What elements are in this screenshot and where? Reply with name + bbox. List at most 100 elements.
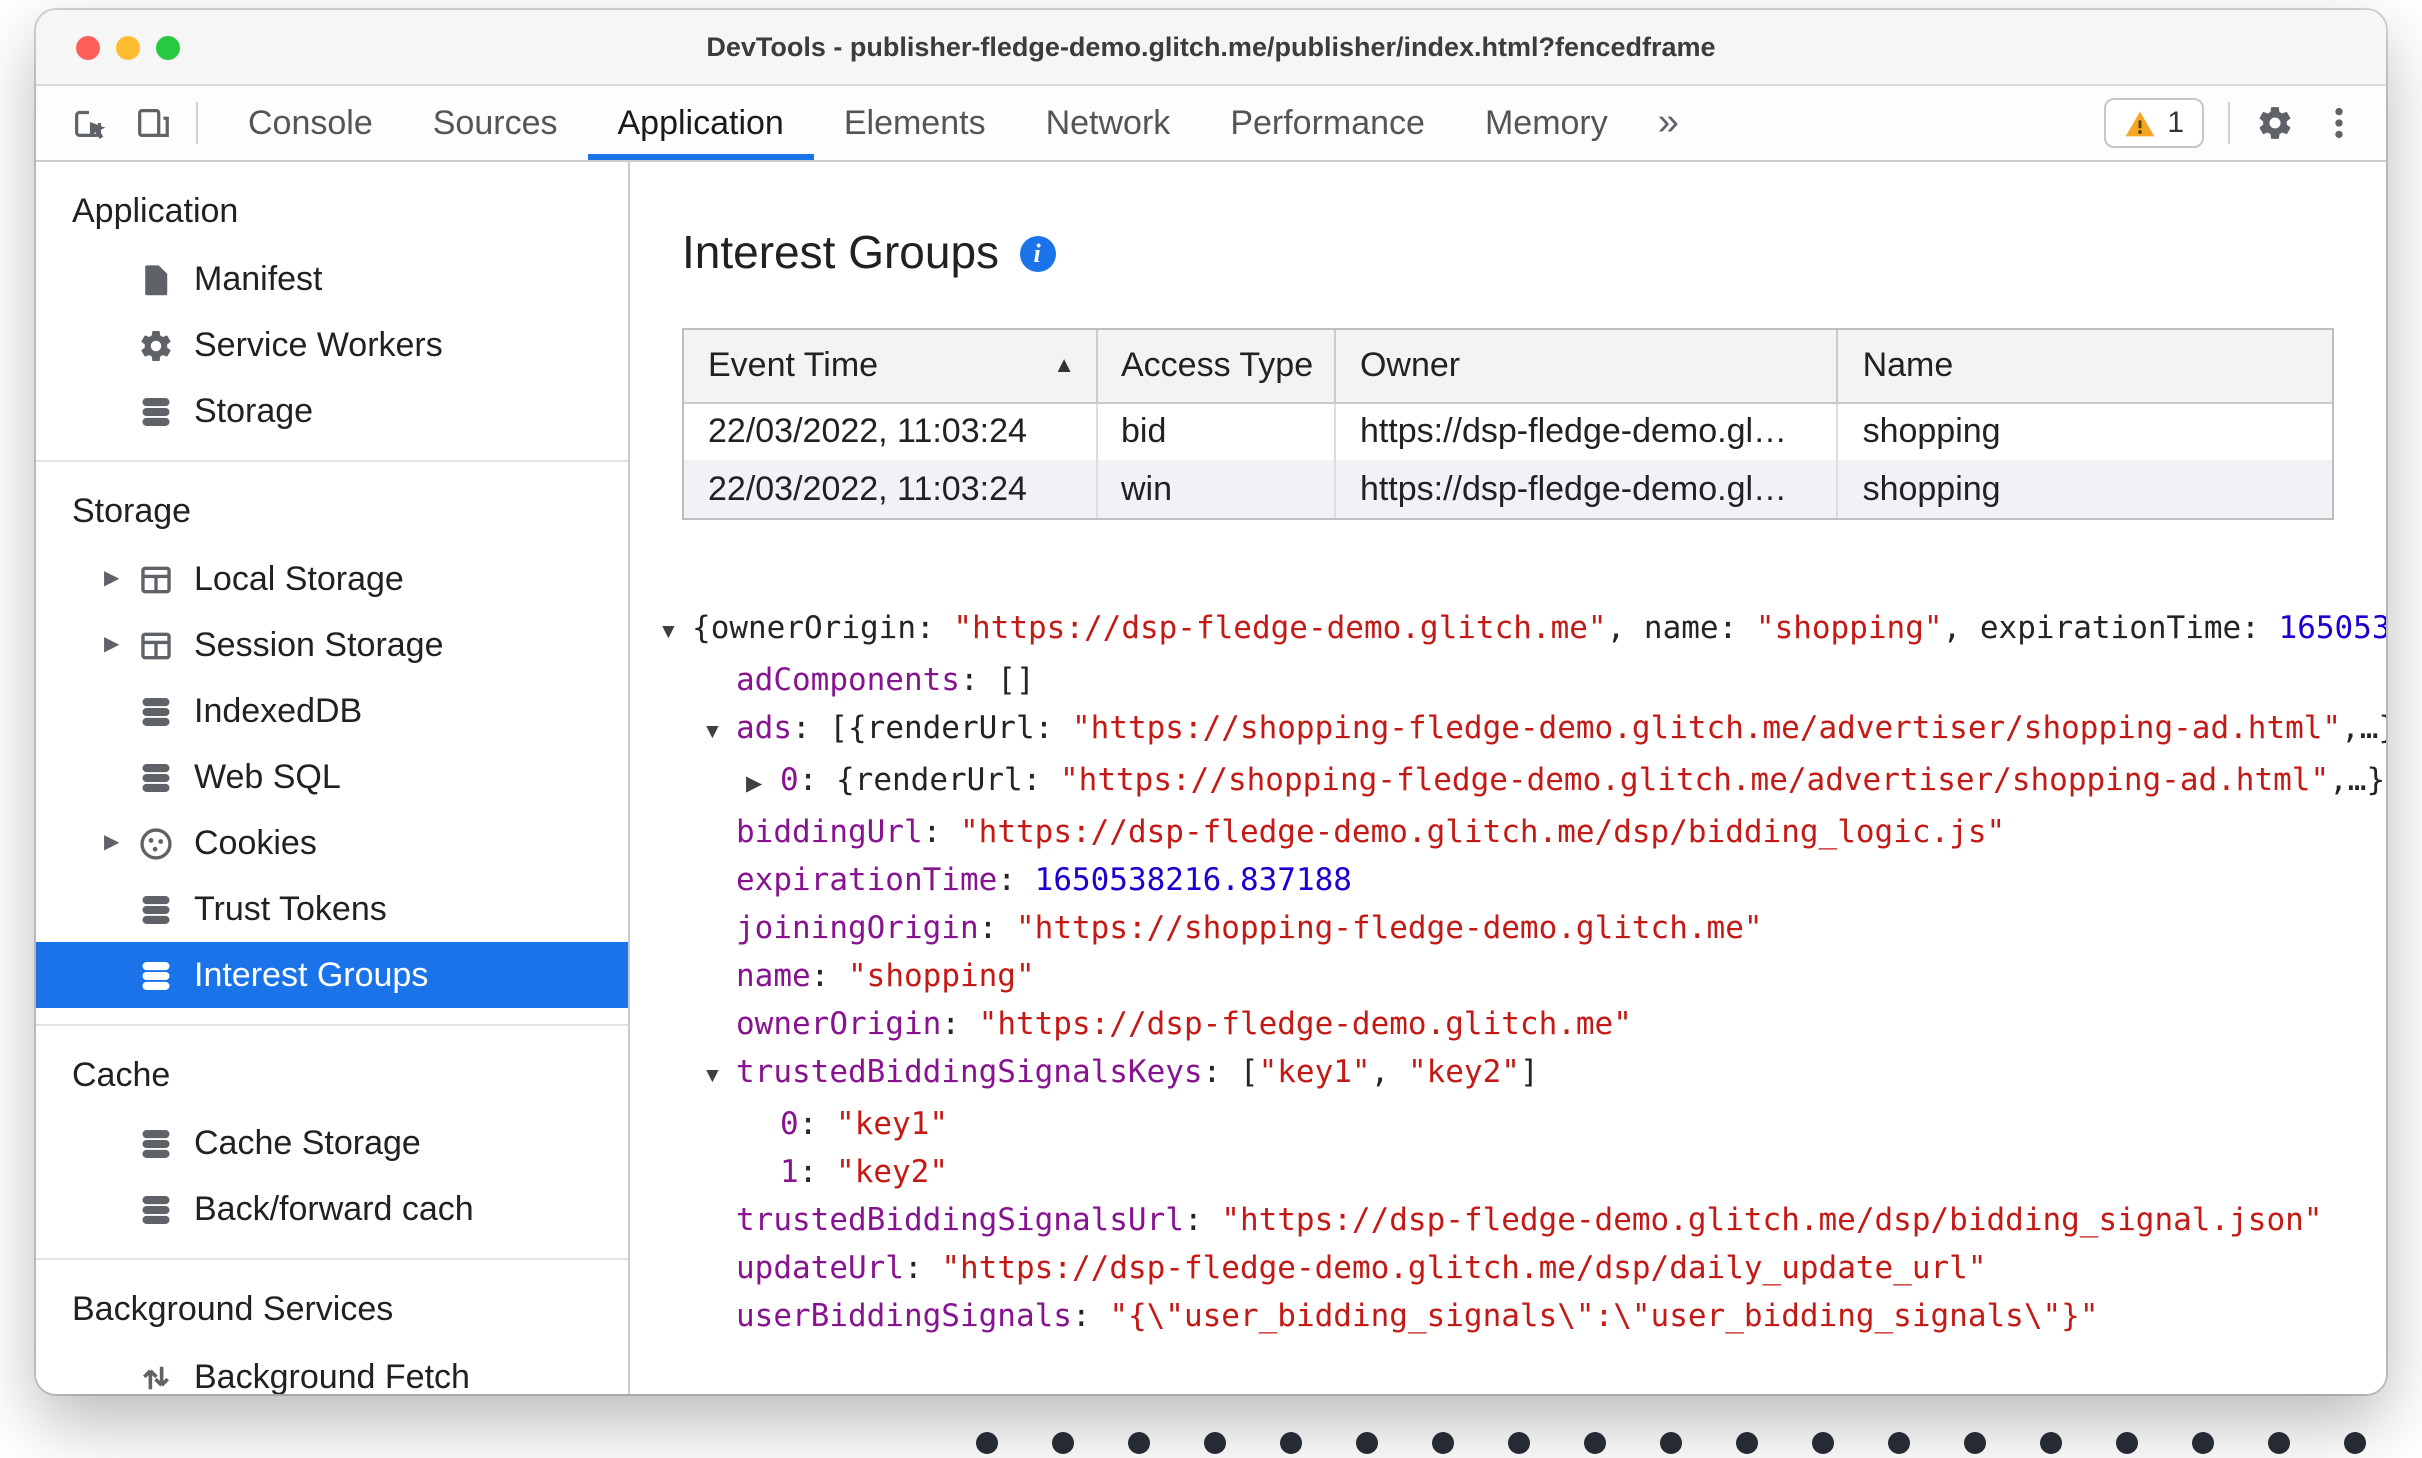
device-toolbar-icon[interactable] [120,86,184,160]
tree-line-updateurl[interactable]: updateUrl: "https://dsp-fledge-demo.glit… [658,1244,2386,1292]
dock-dot [1660,1432,1682,1454]
punctuation: : [1071,1298,1110,1334]
sidebar-item-label: IndexedDB [194,691,363,729]
sidebar-item-web-sql[interactable]: Web SQL [36,744,628,810]
dock-dot [2268,1432,2290,1454]
sidebar-section-divider [36,1258,628,1260]
sidebar-section-background-services: Background Services [72,1290,394,1328]
sidebar-item-cookies[interactable]: ▶ Cookies [36,810,628,876]
database-icon [136,1189,176,1229]
punctuation: : [798,1106,837,1142]
interest-groups-view: Interest Groups i Event Time ▲ Access Type… [630,162,2386,1394]
zoom-window-button[interactable] [156,35,180,59]
sidebar-item-manifest[interactable]: Manifest [36,246,628,312]
minimize-window-button[interactable] [116,35,140,59]
close-window-button[interactable] [76,35,100,59]
sidebar-item-local-storage[interactable]: ▶ Local Storage [36,546,628,612]
dock-dot [1128,1432,1150,1454]
tree-line-userbiddingsignals[interactable]: userBiddingSignals: "{\"user_bidding_sig… [658,1292,2386,1340]
panel-tabs: Console Sources Application Elements Network… [218,86,1638,160]
inspect-element-icon[interactable] [56,86,120,160]
fetch-icon [136,1357,176,1394]
interest-groups-datagrid: Event Time ▲ Access Type Owner Name 22/03/202… [684,330,2332,518]
expand-arrow-icon[interactable]: ▶ [104,568,136,590]
tree-line-ads-0[interactable]: ▶ 0: {renderUrl: "https://shopping-fledge… [658,756,2386,808]
collapse-arrow-icon[interactable]: ▼ [702,708,736,756]
tree-line-ads[interactable]: ▼ ads: [{renderUrl: "https://shopping-fle… [658,704,2386,756]
dock-dot [1736,1432,1758,1454]
tree-line-keys-0[interactable]: 0: "key1" [658,1100,2386,1148]
dock-dot [1964,1432,1986,1454]
tab-network[interactable]: Network [1016,86,1201,160]
expand-arrow-icon[interactable]: ▶ [104,832,136,854]
sidebar-item-back-forward-cach[interactable]: Back/forward cach [36,1176,628,1242]
punctuation: : [978,910,1016,946]
property-name: userBiddingSignals [736,1298,1072,1334]
string-value: "key1" [836,1106,949,1142]
tree-line-keys-1[interactable]: 1: "key2" [658,1148,2386,1196]
tree-line-adcomponents[interactable]: adComponents: [] [658,656,2386,704]
tree-line-biddingurl[interactable]: biddingUrl: "https://dsp-fledge-demo.gli… [658,808,2386,856]
more-options-icon[interactable] [2306,86,2370,160]
table-row[interactable]: 22/03/2022, 11:03:24 win https://dsp-fledg… [684,460,2332,518]
sidebar-item-label: Cache Storage [194,1123,421,1161]
settings-gear-icon[interactable] [2242,86,2306,160]
expand-arrow-icon[interactable]: ▶ [746,760,780,808]
punctuation: , [1370,1054,1408,1090]
punctuation: ownerOrigin: [710,610,954,646]
column-header-event-time[interactable]: Event Time ▲ [684,330,1097,403]
collapse-arrow-icon[interactable]: ▼ [702,1052,736,1100]
application-sidebar: Application Manifest Service Workers Storag… [36,162,630,1394]
gear-icon [136,325,176,365]
tab-memory[interactable]: Memory [1455,86,1638,160]
cell-event-time: 22/03/2022, 11:03:24 [684,402,1097,460]
table-row[interactable]: 22/03/2022, 11:03:24 bid https://dsp-fledg… [684,402,2332,460]
tab-performance[interactable]: Performance [1200,86,1455,160]
punctuation: : [] [959,662,1035,698]
info-icon[interactable]: i [1019,235,1056,271]
sidebar-item-background-fetch[interactable]: Background Fetch [36,1344,628,1394]
tab-console[interactable]: Console [218,86,403,160]
sidebar-section-divider [36,1024,628,1026]
tree-line-trustedbiddingsignalsurl[interactable]: trustedBiddingSignalsUrl: "https://dsp-f… [658,1196,2386,1244]
collapse-arrow-icon[interactable]: ▼ [658,608,692,656]
window-title: DevTools - publisher-fledge-demo.glitch.… [706,32,1716,62]
column-header-owner[interactable]: Owner [1334,330,1839,403]
tree-line-trustedbiddingsignalskeys[interactable]: ▼ trustedBiddingSignalsKeys: ["key1", "ke… [658,1048,2386,1100]
sidebar-item-service-workers[interactable]: Service Workers [36,312,628,378]
punctuation: ,…}] [2341,710,2386,746]
column-header-access-type[interactable]: Access Type [1096,330,1336,403]
property-name: 0 [780,1106,799,1142]
punctuation: : [798,1154,837,1190]
tab-elements[interactable]: Elements [814,86,1016,160]
sidebar-item-trust-tokens[interactable]: Trust Tokens [36,876,628,942]
sidebar-item-storage[interactable]: Storage [36,378,628,444]
sidebar-item-indexeddb[interactable]: IndexedDB [36,678,628,744]
punctuation: : [{renderUrl: [792,710,1072,746]
issues-badge[interactable]: 1 [2103,98,2204,148]
tree-line-joiningorigin[interactable]: joiningOrigin: "https://shopping-fledge-… [658,904,2386,952]
tree-line-expirationtime[interactable]: expirationTime: 1650538216.837188 [658,856,2386,904]
window-titlebar[interactable]: DevTools - publisher-fledge-demo.glitch.… [36,10,2386,86]
sidebar-item-interest-groups[interactable]: Interest Groups [36,942,628,1008]
column-header-name[interactable]: Name [1837,330,2332,403]
expand-arrow-icon[interactable]: ▶ [104,634,136,656]
manifest-file-icon [136,259,176,299]
tree-line-name[interactable]: name: "shopping" [658,952,2386,1000]
tab-application[interactable]: Application [587,86,815,160]
string-value: "https://dsp-fledge-demo.glitch.me" [978,1006,1632,1042]
sidebar-item-cache-storage[interactable]: Cache Storage [36,1110,628,1176]
sidebar-item-label: Service Workers [194,325,443,363]
cell-owner: https://dsp-fledge-demo.gl… [1334,402,1839,460]
tree-line-root-preview[interactable]: ▼ {ownerOrigin: "https://dsp-fledge-demo.… [658,604,2386,656]
window-controls [76,10,180,84]
dock-dot [1204,1432,1226,1454]
more-tabs-button[interactable]: » [1638,86,1699,160]
punctuation: : [941,1006,979,1042]
toolbar-divider [196,102,198,144]
tab-sources[interactable]: Sources [403,86,588,160]
punctuation: : [810,958,848,994]
dock-dot [1508,1432,1530,1454]
sidebar-item-session-storage[interactable]: ▶ Session Storage [36,612,628,678]
tree-line-ownerorigin[interactable]: ownerOrigin: "https://dsp-fledge-demo.gl… [658,1000,2386,1048]
